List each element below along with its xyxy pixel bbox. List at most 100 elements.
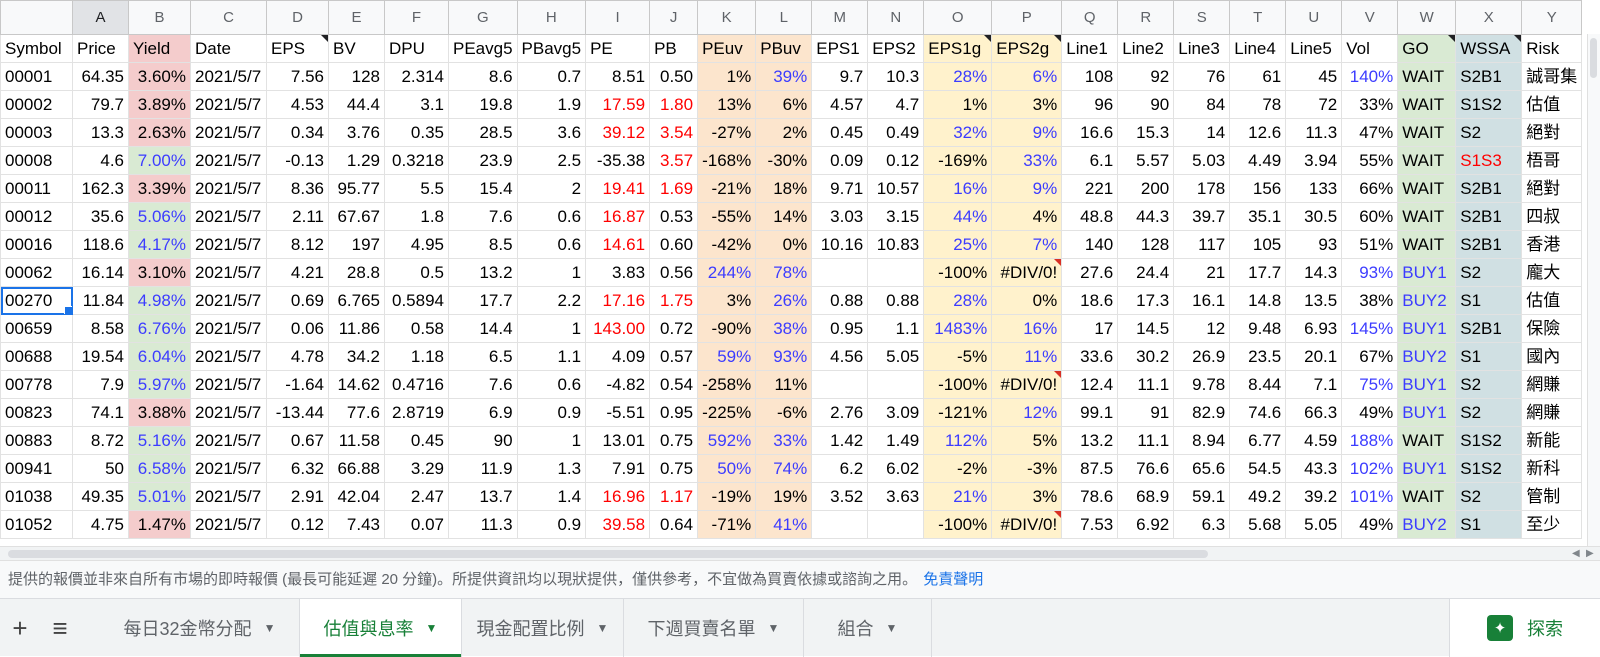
table-cell[interactable]: -0.13 [266,146,329,175]
table-cell[interactable]: 0.75 [649,426,699,455]
table-cell[interactable]: 24.4 [1117,258,1175,287]
table-cell[interactable]: 保險 [1521,314,1583,343]
table-cell[interactable]: 3.29 [384,454,449,483]
table-cell[interactable]: 14.4 [448,314,518,343]
table-cell[interactable]: 49% [1341,398,1399,427]
column-header-i[interactable]: I [585,0,651,35]
table-cell[interactable]: 30.5 [1285,202,1343,231]
table-cell[interactable]: 00270 [0,286,73,315]
table-cell[interactable]: 48.8 [1061,202,1119,231]
column-header-d[interactable]: D [266,0,329,35]
table-cell[interactable]: 93 [1285,230,1343,259]
table-cell[interactable]: 4.17% [128,230,191,259]
header-cell-peavg5[interactable]: PEavg5 [448,34,518,63]
table-cell[interactable]: 5.05 [1285,510,1343,539]
table-cell[interactable]: 200 [1117,174,1175,203]
table-cell[interactable]: 3.94 [1285,146,1343,175]
table-cell[interactable]: 162.3 [72,174,129,203]
table-cell[interactable]: 3% [697,286,757,315]
table-cell[interactable]: 178 [1173,174,1231,203]
column-header-w[interactable]: W [1397,0,1457,35]
table-cell[interactable]: 11.58 [328,426,385,455]
table-cell[interactable]: 估值 [1521,286,1583,315]
table-cell[interactable]: 5.68 [1229,510,1287,539]
table-cell[interactable]: 33% [991,146,1063,175]
table-cell[interactable]: S1 [1455,342,1523,371]
table-cell[interactable]: 35.1 [1229,202,1287,231]
table-cell[interactable]: 00012 [0,202,73,231]
header-cell-date[interactable]: Date [190,34,267,63]
table-cell[interactable]: 19.54 [72,342,129,371]
table-cell[interactable]: 67.67 [328,202,385,231]
table-cell[interactable]: 網賺 [1521,370,1583,399]
horizontal-scrollbar[interactable]: ◀ ▶ [0,546,1600,560]
table-cell[interactable]: 0.53 [649,202,699,231]
header-cell-line2[interactable]: Line2 [1117,34,1175,63]
table-cell[interactable]: 絕對 [1521,174,1583,203]
table-cell[interactable]: 7% [991,230,1063,259]
table-cell[interactable]: 3.15 [867,202,925,231]
table-cell[interactable]: 90 [1117,90,1175,119]
column-header-m[interactable]: M [811,0,869,35]
table-cell[interactable]: WAIT [1397,62,1457,91]
table-cell[interactable]: 4.78 [266,342,329,371]
table-cell[interactable]: 估值 [1521,90,1583,119]
table-cell[interactable]: 65.6 [1173,454,1231,483]
header-cell-line5[interactable]: Line5 [1285,34,1343,63]
table-cell[interactable]: 00941 [0,454,73,483]
table-cell[interactable]: 49.35 [72,482,129,511]
table-cell[interactable]: 6% [991,62,1063,91]
table-cell[interactable]: 39.7 [1173,202,1231,231]
table-cell[interactable]: 00008 [0,146,73,175]
table-cell[interactable]: 3.89% [128,90,191,119]
table-cell[interactable]: 01038 [0,482,73,511]
table-cell[interactable]: 17.7 [448,286,518,315]
header-cell-symbol[interactable]: Symbol [0,34,73,63]
table-cell[interactable]: 8.94 [1173,426,1231,455]
table-cell[interactable]: 0.5 [384,258,449,287]
table-cell[interactable]: 1.75 [649,286,699,315]
table-cell[interactable]: 1.29 [328,146,385,175]
table-cell[interactable]: 2021/5/7 [190,370,267,399]
header-cell-wssa[interactable]: WSSA [1455,34,1523,63]
table-cell[interactable]: 5.5 [384,174,449,203]
table-cell[interactable]: 77.6 [328,398,385,427]
table-cell[interactable]: -42% [697,230,757,259]
header-cell-line1[interactable]: Line1 [1061,34,1119,63]
table-cell[interactable]: 7.00% [128,146,191,175]
table-cell[interactable]: 33.6 [1061,342,1119,371]
chevron-down-icon[interactable]: ▼ [264,621,276,635]
table-cell[interactable]: WAIT [1397,146,1457,175]
column-header-k[interactable]: K [697,0,757,35]
table-cell[interactable]: 2021/5/7 [190,146,267,175]
add-sheet-button[interactable]: + [0,599,40,657]
table-cell[interactable]: 5.16% [128,426,191,455]
table-cell[interactable]: 11.84 [72,286,129,315]
table-cell[interactable]: 12.6 [1229,118,1287,147]
table-cell[interactable]: 00001 [0,62,73,91]
table-cell[interactable]: 0.34 [266,118,329,147]
table-cell[interactable]: 3.88% [128,398,191,427]
table-cell[interactable]: 6.93 [1285,314,1343,343]
table-cell[interactable]: WAIT [1397,426,1457,455]
table-cell[interactable]: 39.12 [585,118,651,147]
table-cell[interactable]: 9.71 [811,174,869,203]
table-cell[interactable]: 0.88 [811,286,869,315]
table-cell[interactable]: 2% [755,118,813,147]
header-cell-vol[interactable]: Vol [1341,34,1399,63]
table-cell[interactable]: S2B1 [1455,202,1523,231]
table-cell[interactable]: 0.5894 [384,286,449,315]
table-cell[interactable]: 3.1 [384,90,449,119]
table-cell[interactable]: 156 [1229,174,1287,203]
table-cell[interactable]: 3% [991,482,1063,511]
table-cell[interactable]: 1.49 [867,426,925,455]
table-cell[interactable]: 10.57 [867,174,925,203]
table-cell[interactable]: 8.6 [448,62,518,91]
table-cell[interactable]: 3.03 [811,202,869,231]
table-cell[interactable]: 17.59 [585,90,651,119]
table-cell[interactable]: 新能 [1521,426,1583,455]
table-cell[interactable]: 2021/5/7 [190,482,267,511]
table-cell[interactable]: 4.59 [1285,426,1343,455]
table-cell[interactable]: 2.76 [811,398,869,427]
table-cell[interactable]: 00002 [0,90,73,119]
